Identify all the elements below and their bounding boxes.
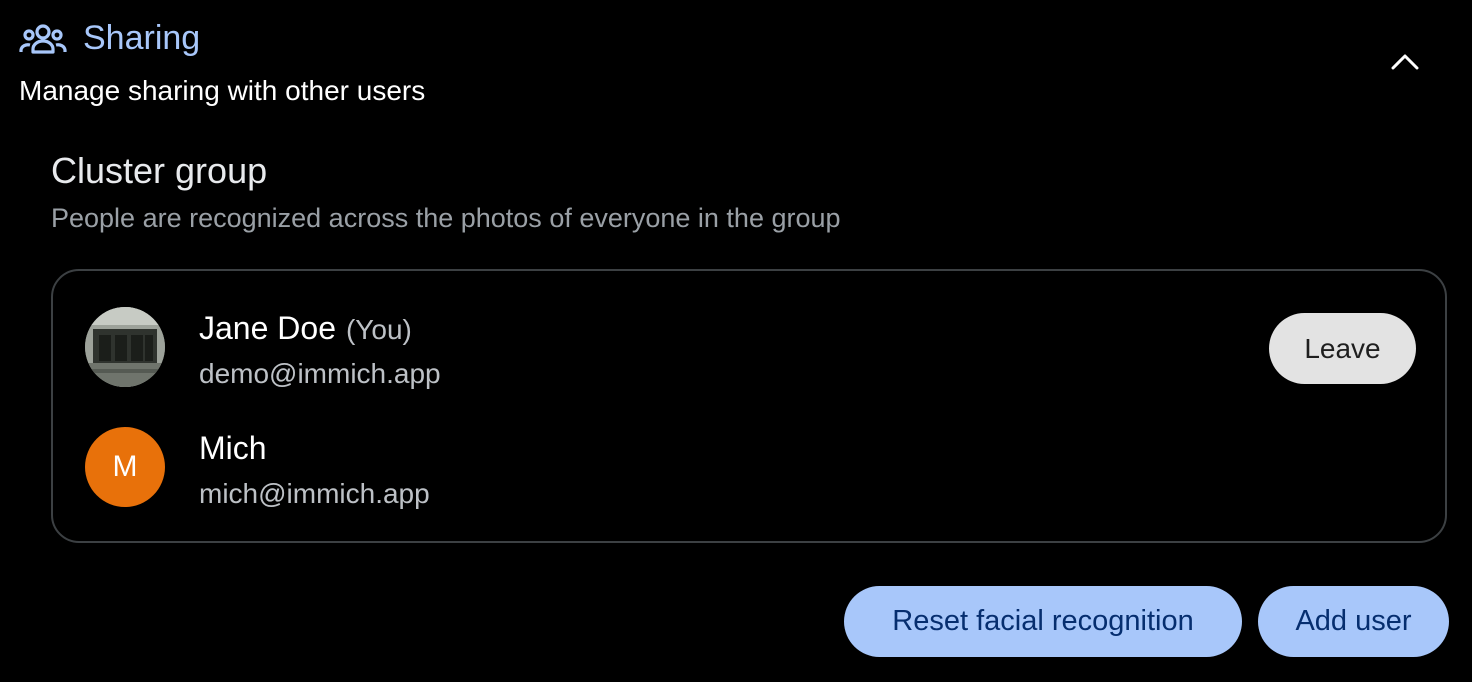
member-email: mich@immich.app — [199, 478, 430, 509]
member-you-tag: (You) — [345, 314, 412, 345]
member-row: M Mich mich@immich.app — [53, 413, 1445, 523]
member-name-line: Jane Doe (You) — [199, 307, 412, 351]
cluster-group-title: Cluster group — [51, 150, 268, 191]
reset-facial-recognition-button[interactable]: Reset facial recognition — [844, 586, 1242, 657]
member-name: Jane Doe — [199, 310, 336, 346]
member-row: Jane Doe (You) demo@immich.app Leave — [53, 293, 1445, 403]
chevron-up-icon — [1391, 54, 1419, 70]
member-name: Mich — [199, 430, 267, 466]
section-header-title: Sharing — [83, 19, 201, 57]
leave-button[interactable]: Leave — [1269, 313, 1416, 384]
members-list: Jane Doe (You) demo@immich.app Leave M Mi… — [51, 269, 1447, 543]
sharing-header[interactable]: Sharing Manage sharing with other users — [0, 0, 1472, 120]
avatar: M — [85, 427, 165, 507]
member-email: demo@immich.app — [199, 358, 441, 389]
add-user-button[interactable]: Add user — [1258, 586, 1449, 657]
avatar — [85, 307, 165, 387]
photo-avatar-image — [85, 307, 165, 387]
section-header-subtitle: Manage sharing with other users — [19, 75, 426, 106]
cluster-group-description: People are recognized across the photos … — [51, 203, 841, 233]
people-group-icon — [19, 24, 67, 54]
collapse-button[interactable] — [1378, 36, 1432, 86]
